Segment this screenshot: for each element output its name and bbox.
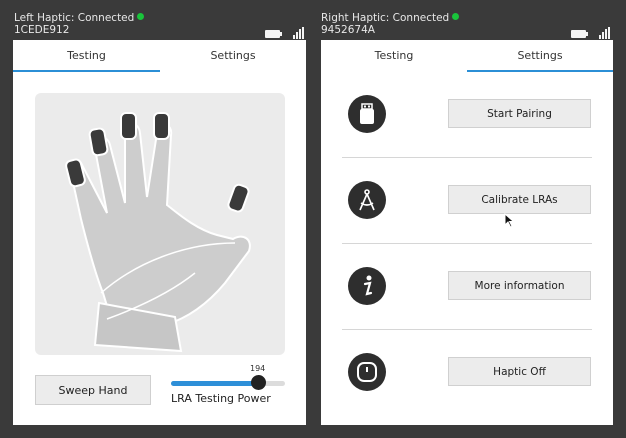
lra-pad-index	[153, 112, 170, 140]
right-tab-bar: Testing Settings	[321, 40, 613, 72]
left-connection-status: Left Haptic: Connected	[14, 12, 135, 24]
lra-power-label: LRA Testing Power	[171, 392, 271, 405]
left-tab-bar: Testing Settings	[13, 40, 306, 72]
settings-row-power: Haptic Off	[321, 330, 613, 416]
lra-pad-pinky	[65, 158, 86, 188]
settings-row-pairing: Start Pairing	[321, 72, 613, 158]
lra-pad-middle	[120, 112, 137, 140]
lra-pad-thumb	[227, 183, 250, 213]
left-status-dot	[137, 13, 145, 20]
usb-stick-icon	[348, 95, 386, 133]
lra-pad-ring	[88, 127, 109, 157]
left-tab-testing[interactable]: Testing	[13, 40, 160, 72]
sweep-hand-button[interactable]: Sweep Hand	[35, 375, 151, 405]
info-icon	[348, 267, 386, 305]
right-tab-testing[interactable]: Testing	[321, 40, 467, 72]
right-device-header: Right Haptic: Connected 9452674A	[321, 12, 460, 36]
slider-thumb[interactable]	[251, 375, 266, 390]
hand-visualization	[35, 93, 285, 355]
right-connection-status: Right Haptic: Connected	[321, 12, 450, 24]
right-haptic-panel: Testing Settings Start Pairing Calibrate…	[321, 40, 613, 425]
start-pairing-button[interactable]: Start Pairing	[448, 99, 591, 128]
battery-icon	[571, 30, 588, 38]
right-status-dot	[452, 13, 460, 20]
right-device-id: 9452674A	[321, 24, 375, 36]
settings-row-calibrate: Calibrate LRAs	[321, 158, 613, 244]
signal-icon	[599, 27, 611, 39]
right-tab-settings[interactable]: Settings	[467, 40, 613, 72]
slider-fill	[171, 381, 258, 386]
glove-graphic	[65, 112, 251, 353]
settings-row-info: More information	[321, 244, 613, 330]
compass-icon	[348, 181, 386, 219]
left-device-header: Left Haptic: Connected 1CEDE912	[14, 12, 145, 36]
left-tab-settings[interactable]: Settings	[160, 40, 306, 72]
mouse-cursor-icon	[504, 213, 515, 228]
more-information-button[interactable]: More information	[448, 271, 591, 300]
signal-icon	[293, 27, 305, 39]
left-haptic-panel: Testing Settings Sweep Hand 194 LRA Test…	[13, 40, 306, 425]
battery-icon	[265, 30, 282, 38]
lra-power-slider[interactable]: 194	[171, 364, 285, 390]
left-device-id: 1CEDE912	[14, 24, 70, 36]
calibrate-lras-button[interactable]: Calibrate LRAs	[448, 185, 591, 214]
power-icon	[348, 353, 386, 391]
haptic-off-button[interactable]: Haptic Off	[448, 357, 591, 386]
slider-value: 194	[250, 364, 266, 373]
